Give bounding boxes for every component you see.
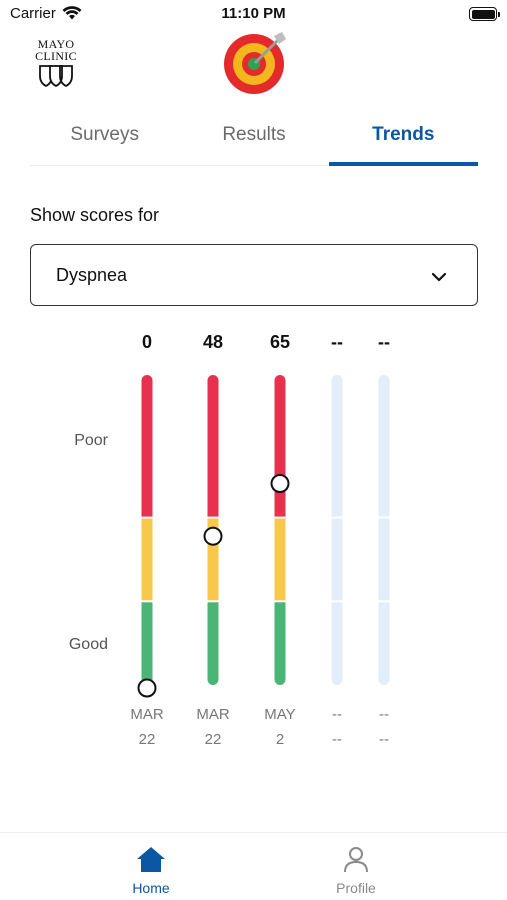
- symptom-dropdown-value: Dyspnea: [56, 265, 128, 285]
- zone-poor: [274, 375, 286, 517]
- y-label-good: Good: [68, 636, 108, 653]
- symptom-dropdown[interactable]: Dyspnea: [30, 244, 478, 306]
- y-label-poor: Poor: [74, 432, 108, 449]
- score-marker: [203, 526, 223, 546]
- chevron-down-icon: [431, 269, 447, 287]
- mayo-clinic-logo: MAYO CLINIC: [28, 38, 84, 88]
- date-label: MAR 22: [122, 702, 172, 752]
- score-label: 65: [269, 332, 291, 352]
- date-label-month: --: [332, 706, 342, 723]
- score-label: 0: [141, 332, 152, 352]
- score-label: --: [378, 332, 390, 352]
- placeholder-zone-poor: [378, 375, 390, 517]
- target-logo-icon: [222, 30, 290, 101]
- score-marker: [137, 678, 157, 698]
- nav-home-label: Home: [132, 880, 170, 896]
- score-bar: [137, 375, 157, 698]
- trends-chart-svg: [137, 375, 390, 698]
- date-label-month: --: [379, 706, 389, 723]
- nav-profile-label: Profile: [336, 880, 376, 896]
- placeholder-zone-poor: [331, 375, 343, 517]
- date-label-day: --: [332, 731, 342, 748]
- date-label-month: MAR: [130, 706, 164, 723]
- date-label: -- --: [312, 702, 362, 752]
- nav-home[interactable]: Home: [111, 845, 191, 896]
- status-time: 11:10 PM: [221, 5, 286, 22]
- date-label: MAY 2: [255, 702, 305, 752]
- logo-line-2: CLINIC: [35, 49, 77, 63]
- date-label-day: 2: [275, 731, 285, 748]
- placeholder-zone-moderate: [331, 518, 343, 601]
- placeholder-zone-moderate: [378, 518, 390, 601]
- battery-icon: [469, 7, 500, 21]
- tab-trends[interactable]: Trends: [328, 112, 479, 166]
- empty-score-bar: [378, 375, 390, 685]
- tab-surveys[interactable]: Surveys: [30, 112, 179, 165]
- date-label-day: --: [379, 731, 389, 748]
- score-marker: [270, 474, 290, 493]
- nav-profile[interactable]: Profile: [316, 845, 396, 896]
- zone-poor: [207, 375, 219, 517]
- home-icon: [137, 847, 165, 872]
- date-label-month: MAY: [264, 706, 296, 723]
- date-label-month: MAR: [196, 706, 230, 723]
- person-icon: [344, 847, 368, 873]
- zone-good: [274, 602, 286, 685]
- date-label: -- --: [359, 702, 409, 752]
- score-label: 48: [202, 332, 224, 352]
- zone-poor: [141, 375, 153, 517]
- tab-results[interactable]: Results: [179, 112, 328, 165]
- date-label-day: 22: [204, 731, 222, 748]
- bottom-nav: Home Profile: [0, 832, 507, 900]
- date-label-day: 22: [138, 731, 156, 748]
- show-scores-label: Show scores for: [30, 205, 160, 225]
- score-label: --: [331, 332, 343, 352]
- zone-moderate: [274, 518, 286, 601]
- date-label: MAR 22: [188, 702, 238, 752]
- score-bar: [270, 375, 290, 685]
- empty-score-bar: [331, 375, 343, 685]
- shields-icon: [39, 65, 73, 88]
- tab-bar: Surveys Results Trends: [30, 112, 479, 166]
- zone-good: [207, 602, 219, 685]
- zone-good: [141, 602, 153, 685]
- placeholder-zone-good: [331, 602, 343, 685]
- zone-moderate: [141, 518, 153, 601]
- status-bar: Carrier 11:10 PM: [0, 0, 507, 30]
- placeholder-zone-good: [378, 602, 390, 685]
- trends-chart: Poor Good 0 MAR 22 48 MAR 22 65 MAY 2 -- -- -- -- -- -…: [0, 320, 507, 760]
- score-bar: [203, 375, 223, 685]
